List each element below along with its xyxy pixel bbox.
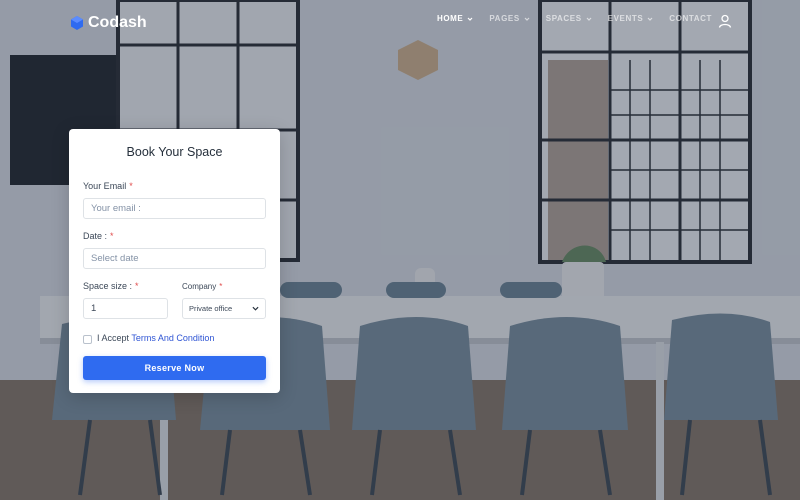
required-mark: *	[129, 181, 133, 191]
chevron-down-icon	[524, 17, 530, 21]
nav-item-home[interactable]: HOME	[437, 14, 473, 23]
chevron-down-icon	[252, 306, 259, 311]
booking-form-card: Book Your Space Your Email * Your email :…	[69, 129, 280, 393]
nav-item-events[interactable]: EVENTS	[608, 14, 654, 23]
space-size-value: 1	[91, 303, 97, 314]
email-label-text: Your Email	[83, 181, 127, 191]
required-mark: *	[135, 281, 139, 291]
page: Codash HOME PAGES SPACES EVENTS CONTACT	[0, 0, 800, 500]
space-size-field[interactable]: 1	[83, 298, 168, 319]
user-icon[interactable]	[718, 14, 732, 28]
chevron-down-icon	[647, 17, 653, 21]
date-label-text: Date :	[83, 231, 108, 241]
company-select[interactable]: Private office	[182, 298, 266, 319]
space-size-label-text: Space size :	[83, 281, 133, 291]
brand-name: Codash	[88, 14, 147, 31]
terms-text: I Accept Terms And Condition	[97, 333, 214, 343]
form-title: Book Your Space	[126, 145, 223, 159]
nav-menu: HOME PAGES SPACES EVENTS CONTACT	[437, 14, 712, 23]
nav-item-label: SPACES	[545, 14, 582, 23]
nav-item-label: HOME	[436, 14, 464, 23]
email-placeholder: Your email :	[91, 203, 141, 214]
chevron-down-icon	[586, 17, 592, 21]
hexagon-logo-icon	[71, 16, 83, 30]
company-selected-value: Private office	[189, 304, 233, 313]
nav-item-contact[interactable]: CONTACT	[669, 14, 712, 23]
company-label: Company *	[182, 282, 222, 291]
required-mark: *	[219, 282, 223, 291]
chevron-down-icon	[467, 17, 473, 21]
company-label-text: Company	[182, 282, 217, 291]
brand-logo[interactable]: Codash	[70, 12, 147, 34]
date-placeholder: Select date	[91, 253, 139, 264]
nav-item-pages[interactable]: PAGES	[489, 14, 530, 23]
required-mark: *	[110, 231, 114, 241]
email-field[interactable]: Your email :	[83, 198, 266, 219]
terms-checkbox[interactable]	[83, 335, 92, 344]
terms-link[interactable]: Terms And Condition	[131, 333, 214, 343]
reserve-now-button[interactable]: Reserve Now	[83, 356, 266, 380]
terms-prefix: I Accept	[97, 333, 130, 343]
email-label: Your Email *	[83, 181, 133, 191]
date-label: Date : *	[83, 231, 114, 241]
nav-item-label: EVENTS	[607, 14, 644, 23]
nav-item-label: CONTACT	[669, 14, 712, 23]
date-field[interactable]: Select date	[83, 248, 266, 269]
top-navbar: Codash HOME PAGES SPACES EVENTS CONTACT	[0, 0, 800, 44]
nav-item-spaces[interactable]: SPACES	[546, 14, 592, 23]
space-size-label: Space size : *	[83, 281, 139, 291]
nav-item-label: PAGES	[489, 14, 520, 23]
